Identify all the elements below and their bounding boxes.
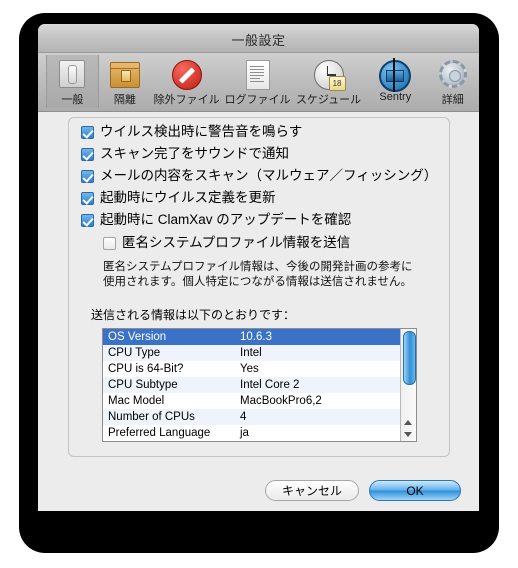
window-titlebar[interactable]: 一般設定 — [38, 24, 479, 53]
scroll-up-arrow-icon[interactable] — [404, 420, 412, 425]
table-cell-key: Number of CPUs — [108, 411, 195, 423]
calendar-day: 18 — [328, 76, 346, 91]
content-area: ウイルス検出時に警告音を鳴らす スキャン完了をサウンドで通知 メールの内容をスキ… — [38, 112, 479, 511]
toolbar-item-sentry[interactable]: Sentry — [364, 55, 427, 103]
table-cell-key: CPU Type — [108, 347, 161, 359]
cancel-button[interactable]: キャンセル — [264, 480, 359, 501]
deny-icon — [170, 58, 204, 90]
option-label: 匿名システムプロファイル情報を送信 — [122, 235, 351, 250]
toolbar-label: スケジュール — [295, 94, 362, 106]
checkbox-check-app-update[interactable] — [81, 214, 94, 227]
toolbar-label: 隔離 — [113, 94, 136, 106]
table-cell-value: 10.6.3 — [240, 331, 272, 343]
table-scrollbar[interactable] — [400, 329, 416, 441]
checkbox-send-profile[interactable] — [103, 237, 116, 250]
toolbar-item-advanced[interactable]: 詳細 — [427, 55, 479, 107]
toolbar-label: 除外ファイル — [153, 94, 220, 106]
document-icon — [241, 58, 275, 90]
table-cell-value: Yes — [240, 363, 259, 375]
toolbar-item-general[interactable]: 一般 — [46, 55, 99, 108]
dialog-buttons: キャンセル OK — [264, 480, 461, 501]
option-row-alert-sound[interactable]: ウイルス検出時に警告音を鳴らす — [81, 118, 449, 140]
table-cell-key: Preferred Language — [108, 427, 211, 439]
privacy-note: 匿名システムプロファイル情報は、今後の開発計画の参考に使用されます。個人特定につ… — [103, 261, 413, 288]
option-label: スキャン完了をサウンドで通知 — [100, 146, 289, 161]
switch-icon — [55, 58, 89, 90]
table-cell-value: Intel Core 2 — [240, 379, 300, 391]
toolbar-item-exclusions[interactable]: 除外ファイル — [151, 55, 222, 107]
sentry-icon — [378, 58, 412, 92]
table-cell-value: MacBookPro6,2 — [240, 395, 322, 407]
option-row-update-definitions[interactable]: 起動時にウイルス定義を更新 — [81, 184, 449, 206]
option-label: メールの内容をスキャン（マルウェア／フィッシング） — [100, 168, 438, 183]
table-cell-key: Mac Model — [108, 395, 165, 407]
toolbar: 一般 隔離 除外ファイル ログファイル 18 スケジュール Sentry 詳細 — [38, 53, 479, 112]
toolbar-item-schedule[interactable]: 18 スケジュール — [293, 55, 364, 107]
toolbar-item-logfile[interactable]: ログファイル — [222, 55, 293, 107]
toolbar-label: 詳細 — [441, 94, 464, 106]
ok-button[interactable]: OK — [369, 480, 461, 501]
toolbar-label: ログファイル — [224, 94, 291, 106]
gear-icon — [436, 58, 470, 90]
preferences-window: 一般設定 一般 隔離 除外ファイル ログファイル 18 スケジュール Sentr… — [38, 24, 479, 511]
option-label: 起動時に ClamXav のアップデートを確認 — [100, 212, 352, 227]
profile-list-label: 送信される情報は以下のとおりです： — [91, 308, 296, 322]
checkbox-scan-mail[interactable] — [81, 170, 94, 183]
clock-calendar-icon: 18 — [312, 58, 346, 91]
toolbar-item-quarantine[interactable]: 隔離 — [99, 55, 151, 107]
table-row[interactable]: OS Version 10.6.3 — [103, 329, 400, 345]
table-row[interactable]: Preferred Language ja — [103, 425, 400, 441]
toolbar-label: Sentry — [379, 91, 412, 103]
checkbox-update-definitions[interactable] — [81, 192, 94, 205]
table-row[interactable]: CPU Type Intel — [103, 345, 400, 361]
table-cell-key: OS Version — [108, 331, 167, 343]
option-label: 起動時にウイルス定義を更新 — [100, 190, 276, 205]
table-row[interactable]: CPU is 64-Bit? Yes — [103, 361, 400, 377]
option-row-send-profile[interactable]: 匿名システムプロファイル情報を送信 — [103, 228, 449, 251]
table-row[interactable]: Number of CPUs 4 — [103, 409, 400, 425]
table-cell-value: Intel — [240, 347, 262, 359]
table-cell-key: CPU Subtype — [108, 379, 178, 391]
option-label: ウイルス検出時に警告音を鳴らす — [100, 124, 303, 139]
table-row[interactable]: CPU Subtype Intel Core 2 — [103, 377, 400, 393]
option-row-scan-mail[interactable]: メールの内容をスキャン（マルウェア／フィッシング） — [81, 162, 449, 184]
table-cell-key: CPU is 64-Bit? — [108, 363, 184, 375]
table-cell-value: 4 — [240, 411, 247, 423]
toolbar-label: 一般 — [61, 94, 84, 106]
checkbox-alert-sound[interactable] — [81, 126, 94, 139]
profile-table[interactable]: OS Version 10.6.3 CPU Type Intel CPU is … — [102, 328, 417, 442]
profile-table-body: OS Version 10.6.3 CPU Type Intel CPU is … — [103, 329, 400, 441]
scroll-down-arrow-icon[interactable] — [404, 432, 412, 437]
option-row-scan-complete-sound[interactable]: スキャン完了をサウンドで通知 — [81, 140, 449, 162]
settings-panel: ウイルス検出時に警告音を鳴らす スキャン完了をサウンドで通知 メールの内容をスキ… — [68, 117, 450, 457]
table-cell-value: ja — [240, 427, 249, 439]
scrollbar-thumb[interactable] — [403, 331, 416, 385]
window-title: 一般設定 — [231, 33, 286, 48]
option-row-check-app-update[interactable]: 起動時に ClamXav のアップデートを確認 — [81, 206, 449, 228]
box-lock-icon — [108, 58, 142, 90]
table-row[interactable]: Mac Model MacBookPro6,2 — [103, 393, 400, 409]
checkbox-scan-complete-sound[interactable] — [81, 148, 94, 161]
